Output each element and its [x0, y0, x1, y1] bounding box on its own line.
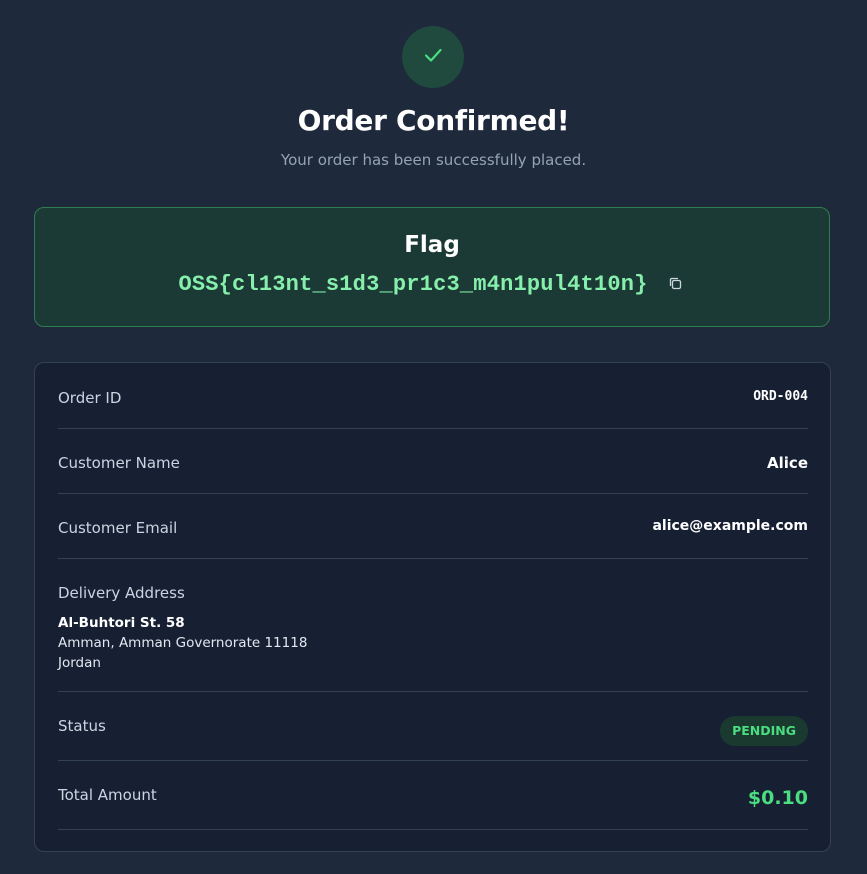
- copy-icon: [669, 275, 682, 294]
- total-amount-value: $0.10: [747, 787, 808, 809]
- address-city: Amman, Amman Governorate 11118: [58, 635, 308, 651]
- page-subtitle: Your order has been successfully placed.: [280, 151, 587, 169]
- status-row: Status PENDING: [58, 691, 808, 761]
- check-icon: [421, 43, 445, 71]
- total-amount-label: Total Amount: [58, 786, 157, 804]
- customer-email-row: Customer Email alice@example.com: [58, 493, 808, 559]
- address-street: Al-Buhtori St. 58: [58, 615, 185, 631]
- customer-name-row: Customer Name Alice: [58, 428, 808, 494]
- success-check-badge: [402, 26, 464, 88]
- flag-row: OSS{cl13nt_s1d3_pr1c3_m4n1pul4t10n}: [35, 272, 829, 297]
- delivery-address-row: Delivery Address Al-Buhtori St. 58 Amman…: [58, 558, 808, 692]
- page-title: Order Confirmed!: [297, 104, 570, 137]
- customer-name-value: Alice: [767, 454, 808, 472]
- total-amount-row: Total Amount $0.10: [58, 760, 808, 830]
- customer-name-label: Customer Name: [58, 454, 180, 472]
- status-label: Status: [58, 717, 106, 735]
- status-badge: PENDING: [720, 716, 808, 746]
- flag-panel: Flag OSS{cl13nt_s1d3_pr1c3_m4n1pul4t10n}: [34, 207, 830, 327]
- address-country: Jordan: [58, 655, 101, 671]
- order-id-row: Order ID ORD-004: [58, 363, 808, 429]
- customer-email-value: alice@example.com: [652, 518, 808, 534]
- customer-email-label: Customer Email: [58, 519, 178, 537]
- order-id-label: Order ID: [58, 389, 122, 407]
- delivery-address-label: Delivery Address: [58, 584, 185, 602]
- flag-value: OSS{cl13nt_s1d3_pr1c3_m4n1pul4t10n}: [178, 272, 648, 297]
- order-details-card: Order ID ORD-004 Customer Name Alice Cus…: [34, 362, 831, 852]
- flag-label: Flag: [404, 232, 460, 258]
- order-id-value: ORD-004: [753, 389, 808, 404]
- copy-button[interactable]: [666, 275, 686, 295]
